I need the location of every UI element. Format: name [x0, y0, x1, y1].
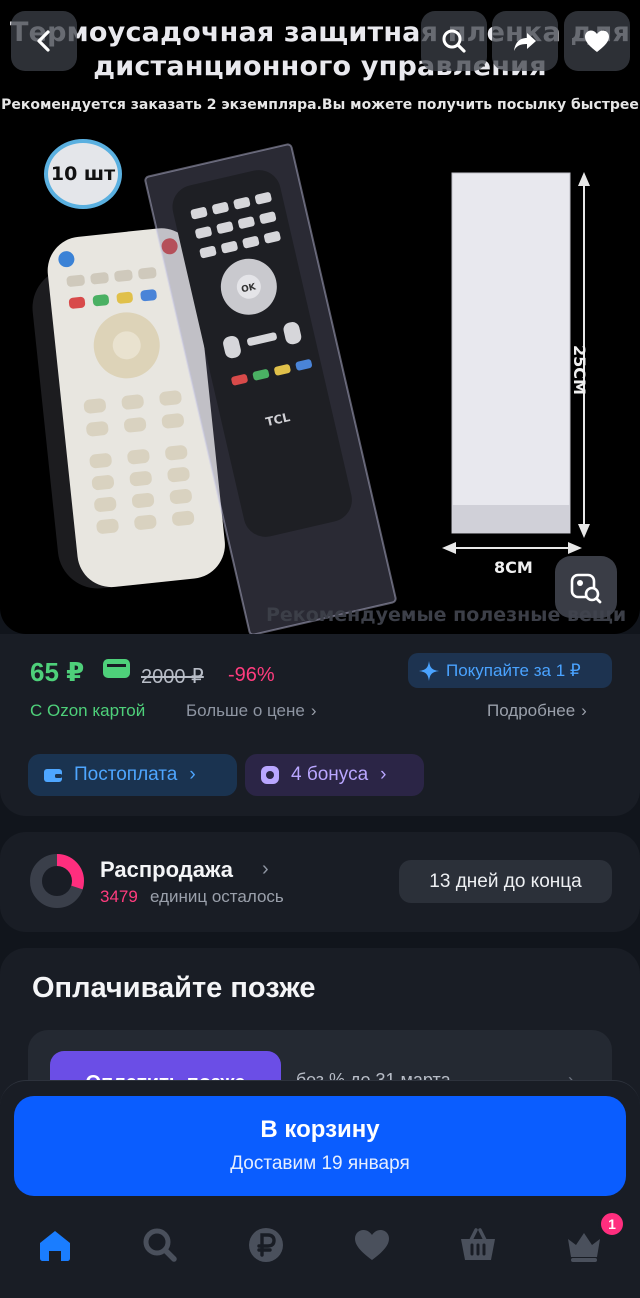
add-to-cart-button[interactable]: В корзину Доставим 19 января	[14, 1096, 626, 1196]
basket-icon	[461, 1228, 495, 1260]
search-button[interactable]	[421, 11, 487, 71]
days-left-badge: 13 дней до конца	[399, 860, 612, 903]
nav-home[interactable]	[28, 1218, 82, 1272]
current-price: 65 ₽	[30, 657, 85, 687]
cart-count-badge: 1	[598, 1210, 626, 1238]
image-subtitle: Рекомендуется заказать 2 экземпляра.Вы м…	[1, 97, 639, 113]
back-button[interactable]	[11, 11, 77, 71]
price-card: 65 ₽ 2000 ₽ -96% С Ozon картой Больше о …	[0, 604, 640, 816]
chevron-right-icon: ›	[262, 858, 269, 880]
chevron-left-icon	[37, 30, 50, 52]
chevron-right-icon: ›	[380, 764, 387, 785]
sale-progress-ring	[30, 854, 84, 908]
add-to-cart-label: В корзину	[260, 1116, 380, 1143]
ozon-card-note: С Ozon картой	[30, 701, 146, 720]
nav-cart[interactable]	[451, 1218, 505, 1272]
units-left-text: единиц осталось	[150, 887, 284, 906]
more-about-price-label: Больше о цене	[186, 701, 305, 720]
nav-search[interactable]	[133, 1218, 187, 1272]
product-photo: TCL OK	[32, 143, 590, 634]
ruble-icon	[249, 1228, 283, 1262]
bonus-label: 4 бонуса	[291, 764, 369, 785]
crown-icon	[568, 1233, 600, 1262]
bonus-chip[interactable]: 4 бонуса ›	[245, 754, 424, 796]
heart-icon	[355, 1230, 389, 1260]
photo-search-icon	[570, 573, 602, 604]
favorite-button[interactable]	[564, 11, 630, 71]
postpay-chip[interactable]: Постоплата ›	[28, 754, 237, 796]
search-icon	[442, 29, 466, 53]
bonus-icon	[261, 766, 279, 784]
nav-favorites[interactable]	[345, 1218, 399, 1272]
product-page: TCL OK Термоусадочная защитная пленка дл…	[0, 0, 640, 1298]
buy-for-label: Покупайте за 1 ₽	[446, 660, 581, 680]
quantity-badge: 10 шт	[44, 139, 122, 209]
postpay-label: Постоплата	[74, 764, 178, 785]
ozon-card-icon	[103, 659, 130, 678]
product-image[interactable]: TCL OK Термоусадочная защитная пленка дл…	[0, 0, 640, 634]
details-label: Подробнее	[487, 701, 576, 720]
old-price: 2000 ₽	[141, 666, 204, 688]
bottom-navigation	[0, 1210, 640, 1280]
sale-title: Распродажа	[100, 857, 234, 882]
sale-card[interactable]: Распродажа › 3479 единиц осталось 13 дне…	[0, 832, 640, 932]
heart-icon	[585, 30, 609, 52]
chevron-right-icon: ›	[310, 701, 317, 720]
wallet-icon	[44, 769, 62, 782]
units-left-count: 3479	[100, 887, 138, 906]
details-link[interactable]: Подробнее ›	[487, 701, 587, 721]
more-about-price-link[interactable]: Больше о цене ›	[186, 701, 317, 721]
discount-percent: -96%	[228, 664, 275, 686]
share-button[interactable]	[492, 11, 558, 71]
chevron-right-icon: ›	[581, 701, 587, 720]
buy-for-1-ruble-button[interactable]: Покупайте за 1 ₽	[408, 653, 612, 688]
search-icon	[143, 1228, 177, 1262]
nav-finance[interactable]	[239, 1218, 293, 1272]
image-search-button[interactable]	[555, 556, 617, 618]
sparkle-icon	[419, 661, 439, 681]
share-icon	[514, 33, 536, 51]
pay-later-title: Оплачивайте позже	[32, 972, 316, 1004]
home-icon	[40, 1231, 70, 1261]
width-label: 8CM	[494, 558, 533, 577]
length-label: 25CM	[570, 345, 589, 395]
chevron-right-icon: ›	[189, 764, 196, 785]
delivery-date: Доставим 19 января	[230, 1153, 410, 1174]
